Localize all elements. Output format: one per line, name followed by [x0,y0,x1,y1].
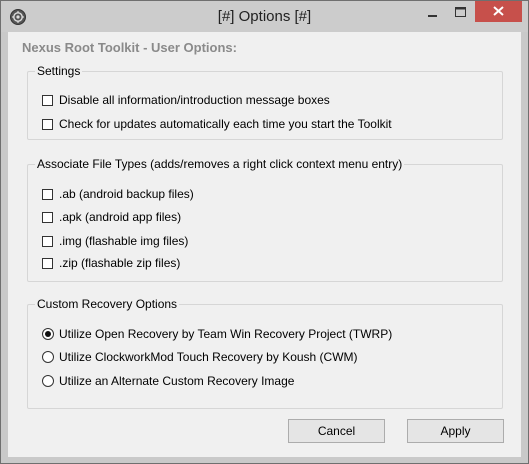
radio-icon[interactable] [42,351,54,363]
file-type-zip-checkbox[interactable]: .zip (flashable zip files) [42,254,180,272]
check-updates-checkbox[interactable]: Check for updates automatically each tim… [42,115,392,133]
recovery-twrp-radio[interactable]: Utilize Open Recovery by Team Win Recove… [42,325,392,343]
title-bar[interactable]: [#] Options [#] [1,1,528,32]
options-client-area: Nexus Root Toolkit - User Options: Setti… [8,32,521,457]
checkbox-label: .img (flashable img files) [59,234,189,248]
radio-selected-icon[interactable] [42,328,54,340]
file-types-legend: Associate File Types (adds/removes a rig… [35,156,405,172]
close-icon [493,6,504,16]
options-window: [#] Options [#] Nexus Root Toolkit - Use… [0,0,529,464]
checkbox-box[interactable] [42,188,53,200]
cancel-button[interactable]: Cancel [288,419,385,443]
checkbox-box[interactable] [42,118,53,130]
checkbox-label: Disable all information/introduction mes… [59,93,330,107]
checkbox-label: .zip (flashable zip files) [59,256,181,270]
close-button[interactable] [475,1,522,22]
recovery-group: Custom Recovery Options Utilize Open Rec… [27,296,503,409]
file-type-img-checkbox[interactable]: .img (flashable img files) [42,232,188,250]
checkbox-label: .apk (android app files) [59,210,182,224]
settings-group: Settings Disable all information/introdu… [27,63,503,140]
recovery-alternate-radio[interactable]: Utilize an Alternate Custom Recovery Ima… [42,372,294,390]
settings-legend: Settings [35,63,83,79]
disable-messages-checkbox[interactable]: Disable all information/introduction mes… [42,91,330,109]
maximize-button[interactable] [447,2,474,22]
radio-icon[interactable] [42,375,54,387]
minimize-button[interactable] [419,2,446,22]
checkbox-box[interactable] [42,257,53,269]
radio-label: Utilize ClockworkMod Touch Recovery by K… [59,350,358,364]
recovery-legend: Custom Recovery Options [35,296,180,312]
file-type-apk-checkbox[interactable]: .apk (android app files) [42,208,181,226]
recovery-cwm-radio[interactable]: Utilize ClockworkMod Touch Recovery by K… [42,348,358,366]
file-type-ab-checkbox[interactable]: .ab (android backup files) [42,185,194,203]
minimize-icon [428,15,437,17]
checkbox-label: Check for updates automatically each tim… [59,117,392,131]
apply-button[interactable]: Apply [407,419,504,443]
checkbox-box[interactable] [42,235,53,247]
checkbox-label: .ab (android backup files) [59,187,194,201]
maximize-icon [455,7,466,17]
radio-label: Utilize Open Recovery by Team Win Recove… [59,327,393,341]
checkbox-box[interactable] [42,211,53,223]
file-types-group: Associate File Types (adds/removes a rig… [27,156,503,282]
radio-label: Utilize an Alternate Custom Recovery Ima… [59,374,295,388]
checkbox-box[interactable] [42,94,53,106]
options-heading: Nexus Root Toolkit - User Options: [22,40,237,55]
